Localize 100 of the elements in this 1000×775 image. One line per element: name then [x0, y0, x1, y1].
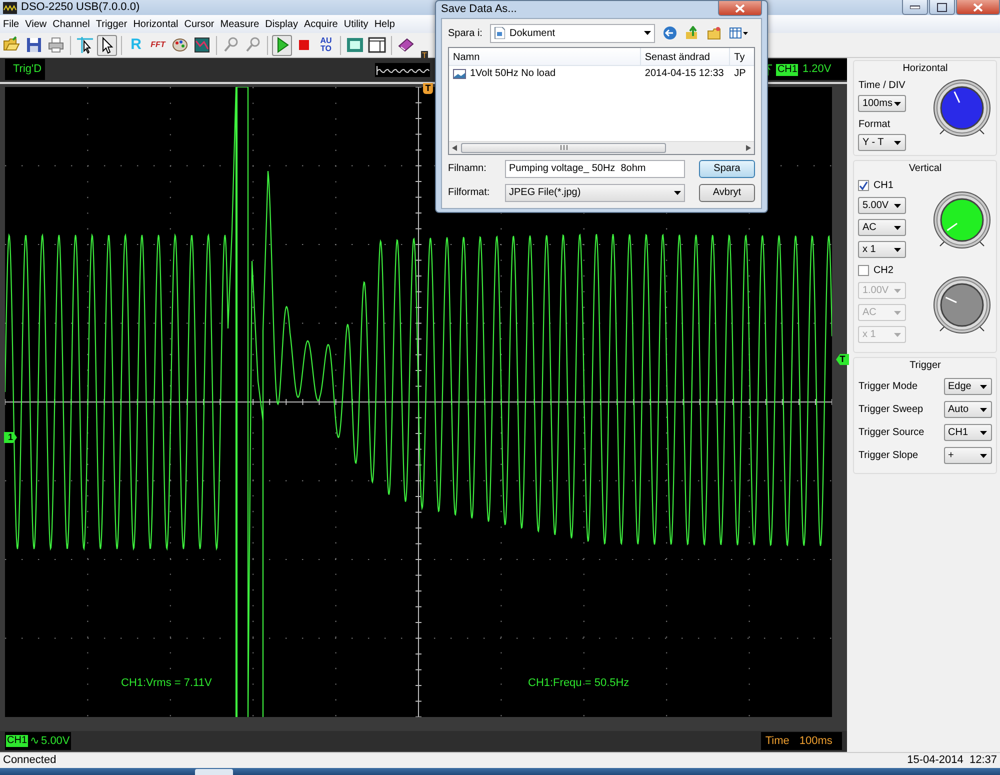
menu-item[interactable]: Channel	[50, 16, 93, 32]
column-header[interactable]: Ty	[730, 48, 754, 64]
close-icon	[735, 4, 745, 12]
trigger-setting-label: Trigger Slope	[858, 449, 918, 463]
volts-knob[interactable]	[932, 190, 992, 252]
grip-icon	[560, 145, 568, 150]
overview-trigger-marker: T	[421, 50, 428, 60]
volts-per-div: 5.00V	[41, 734, 70, 749]
scroll-left-icon[interactable]	[452, 144, 457, 150]
time-div-dropdown[interactable]: 100ms	[858, 95, 906, 112]
channel-checkbox[interactable]	[858, 180, 870, 191]
maximize-button[interactable]	[929, 0, 955, 15]
app-icon	[3, 2, 17, 14]
format-dropdown[interactable]: Y - T	[858, 134, 906, 151]
save-in-dropdown[interactable]: Dokument	[490, 24, 656, 42]
group-title: Trigger	[908, 359, 942, 373]
trigger-setting-dropdown[interactable]: Auto	[944, 401, 992, 418]
measurement-readout: CH1:Frequ = 50.5Hz	[528, 676, 630, 691]
trigger-setting-dropdown[interactable]: CH1	[944, 424, 992, 441]
auto-button[interactable]: AUTO	[316, 34, 336, 56]
menu-item[interactable]: Help	[371, 16, 398, 32]
caret-icon	[980, 384, 987, 388]
menu-item[interactable]: View	[22, 16, 50, 32]
caret-icon	[894, 288, 902, 292]
close-button[interactable]	[718, 1, 762, 16]
save-in-label: Spara i:	[448, 26, 482, 40]
volts-dropdown[interactable]: 5.00V	[858, 197, 906, 214]
channel-label: CH2	[873, 264, 894, 278]
toolbar-button[interactable]	[75, 34, 95, 56]
status-datetime: 15-04-2014 12:37	[907, 753, 997, 768]
channel-ground-marker: 1	[4, 432, 17, 443]
magnifier-icon	[244, 36, 262, 54]
time-div-label: Time / DIV	[858, 79, 906, 93]
dialog-button[interactable]: Spara	[699, 160, 755, 178]
status-text: Connected	[3, 753, 56, 768]
coupling-dropdown[interactable]: AC	[858, 219, 906, 236]
dialog-button[interactable]: Avbryt	[699, 184, 755, 202]
menu-item[interactable]: Display	[262, 16, 301, 32]
trigger-setting-dropdown[interactable]: +	[944, 447, 992, 464]
trigger-level-marker: T	[836, 354, 849, 365]
trigger-setting-dropdown[interactable]: Edge	[944, 378, 992, 395]
file-name[interactable]: 1Volt 50Hz No load	[470, 66, 556, 81]
menu-item[interactable]: Cursor	[181, 16, 218, 32]
maximize-icon	[937, 2, 947, 12]
menu-item[interactable]: Trigger	[92, 16, 130, 32]
save-in-value: Dokument	[509, 26, 556, 40]
view-options-icon[interactable]	[729, 27, 750, 39]
menu-item[interactable]: Horizontal	[130, 16, 182, 32]
back-arrow-icon[interactable]	[663, 26, 678, 40]
fft-button[interactable]: FFT	[148, 34, 168, 56]
file-format-dropdown[interactable]: JPEG File(*.jpg)	[505, 184, 685, 202]
time-position-marker: T	[423, 83, 433, 94]
caret-icon	[894, 204, 902, 208]
column-header[interactable]: Senast ändrad	[640, 48, 730, 64]
file-type: JP	[733, 67, 747, 81]
window-panel-icon	[368, 36, 386, 54]
menu-item[interactable]: Utility	[340, 16, 372, 32]
folder-up-icon[interactable]	[685, 26, 700, 40]
close-button[interactable]	[956, 0, 1000, 15]
checkmark-icon	[859, 181, 868, 190]
horizontal-scrollbar[interactable]	[449, 140, 754, 154]
filename-label: Filnamn:	[448, 162, 488, 176]
scroll-right-icon[interactable]	[746, 144, 751, 150]
menu-item[interactable]: File	[0, 16, 22, 32]
trigger-setting-label: Trigger Sweep	[858, 403, 924, 417]
channel-checkbox[interactable]	[858, 265, 870, 276]
toolbar-button[interactable]	[192, 34, 212, 56]
measurement-readout: CH1:Vrms = 7.11V	[121, 676, 212, 691]
group-title: Horizontal	[902, 62, 949, 76]
trigger-setting-label: Trigger Source	[858, 426, 924, 440]
window-title: DSO-2250 USB(7.0.0.0)	[21, 0, 140, 16]
caret-icon	[894, 140, 902, 144]
caret-icon	[894, 310, 902, 314]
caret-icon	[894, 332, 902, 336]
filename-field[interactable]: Pumping voltage_ 50Hz 8ohm	[505, 160, 685, 178]
trigger-level: 1.20V	[802, 62, 832, 78]
volts-knob[interactable]	[932, 274, 992, 336]
file-format-label: Filformat:	[448, 186, 491, 200]
save-icon	[25, 36, 43, 54]
toolbar-button[interactable]	[367, 34, 387, 56]
trigger-setting-label: Trigger Mode	[858, 380, 918, 394]
caret-icon	[644, 31, 652, 35]
new-folder-icon[interactable]	[707, 26, 722, 40]
menu-item[interactable]: Measure	[217, 16, 262, 32]
acquisition-status: Trig'D	[5, 59, 45, 80]
trigger-channel: CH1	[776, 64, 798, 76]
toolbar-button[interactable]	[97, 34, 117, 56]
cursor-crosshair-icon	[76, 36, 94, 54]
dialog-title: Save Data As...	[441, 2, 517, 17]
caret-icon	[980, 430, 987, 434]
menu-item[interactable]: Acquire	[300, 16, 341, 32]
caret-icon	[894, 226, 902, 230]
time-label: Time	[765, 734, 790, 749]
image-file-icon	[453, 68, 466, 78]
minimize-button[interactable]	[902, 0, 928, 15]
channel-label: CH1	[873, 179, 894, 193]
column-header[interactable]: Namn	[449, 48, 641, 64]
coupling-symbol: ∿	[30, 734, 40, 749]
probe-dropdown[interactable]: x 1	[858, 241, 906, 258]
caret-icon	[894, 248, 902, 252]
